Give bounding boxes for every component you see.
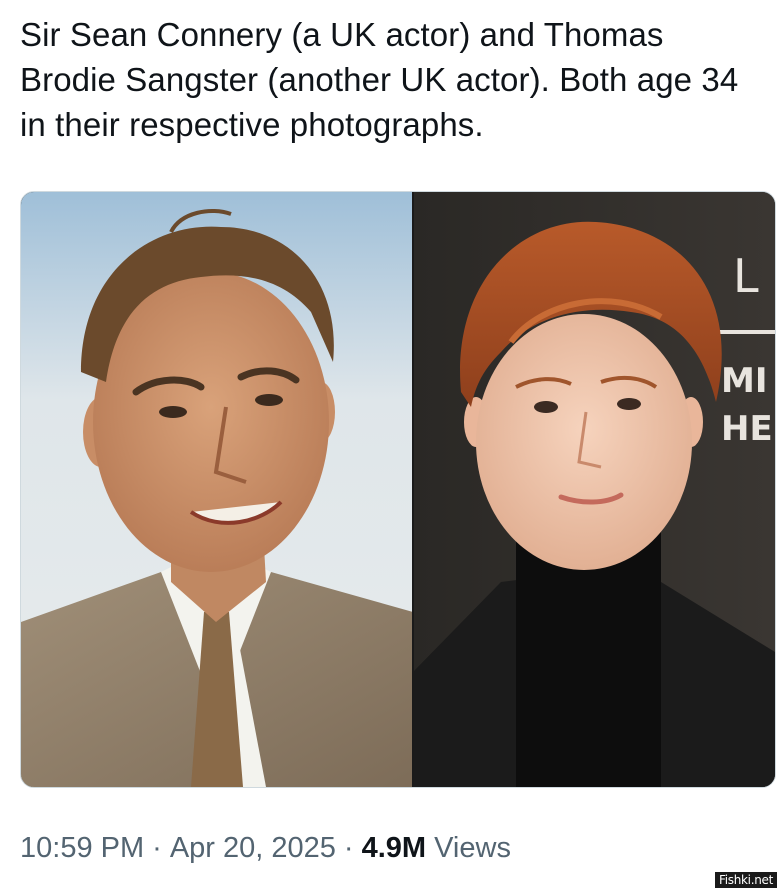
tweet-time[interactable]: 10:59 PM [20, 832, 144, 864]
meta-separator: · [343, 832, 354, 864]
watermark: Fishki.net [714, 872, 777, 888]
backdrop-letter-3: HE [721, 409, 773, 449]
backdrop-letter-1: L [733, 249, 759, 303]
tweet-meta: 10:59 PM · Apr 20, 2025 · 4.9M Views [20, 828, 511, 868]
meta-separator: · [152, 832, 162, 864]
backdrop-letter-2: MI [721, 361, 767, 401]
views-count[interactable]: 4.9M [362, 832, 426, 864]
right-photo: L MI HE [413, 192, 775, 787]
tweet-media[interactable]: L MI HE [20, 191, 776, 788]
views-label: Views [434, 832, 511, 864]
tweet-date[interactable]: Apr 20, 2025 [170, 832, 336, 864]
tweet-text: Sir Sean Connery (a UK actor) and Thomas… [20, 16, 739, 143]
left-photo [21, 192, 413, 787]
